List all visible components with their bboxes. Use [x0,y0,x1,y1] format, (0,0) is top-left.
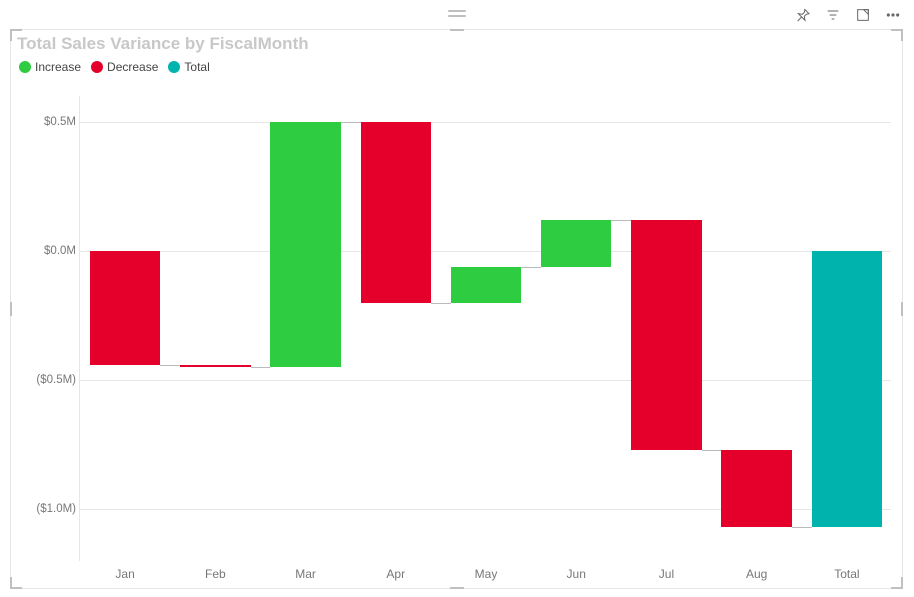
waterfall-connector [431,303,451,304]
legend-swatch-total [168,61,180,73]
legend-item-decrease[interactable]: Decrease [91,60,158,74]
x-axis-tick: Total [834,567,859,581]
waterfall-bar[interactable] [361,122,431,303]
waterfall-bar[interactable] [812,251,882,527]
legend-item-total[interactable]: Total [168,60,209,74]
waterfall-connector [160,365,180,366]
focus-mode-icon[interactable] [854,6,872,24]
resize-handle-bl[interactable] [10,577,22,589]
x-axis-tick: Jan [115,567,134,581]
gridline [80,251,891,252]
x-axis-tick: Jun [567,567,586,581]
gridline [80,122,891,123]
plot-area: $0.5M$0.0M($0.5M)($1.0M)JanFebMarAprMayJ… [79,96,891,561]
waterfall-bar[interactable] [90,251,160,365]
resize-handle-tr[interactable] [891,29,903,41]
more-options-icon[interactable] [884,6,902,24]
waterfall-connector [341,122,361,123]
visual-toolbar [794,6,902,24]
filter-icon[interactable] [824,6,842,24]
legend-label: Decrease [107,60,158,74]
y-axis-tick: $0.0M [16,245,76,257]
waterfall-bar[interactable] [451,267,521,303]
y-axis-tick: ($0.5M) [16,374,76,386]
x-axis-tick: Apr [386,567,405,581]
waterfall-bar[interactable] [270,122,340,367]
resize-handle-top[interactable] [450,29,464,31]
gridline [80,380,891,381]
waterfall-bar[interactable] [631,220,701,450]
waterfall-connector [792,527,812,528]
resize-handle-left[interactable] [10,302,12,316]
legend-item-increase[interactable]: Increase [19,60,81,74]
resize-handle-right[interactable] [901,302,903,316]
resize-handle-br[interactable] [891,577,903,589]
y-axis-tick: ($1.0M) [16,503,76,515]
legend-label: Total [184,60,209,74]
legend-label: Increase [35,60,81,74]
y-axis-tick: $0.5M [16,116,76,128]
waterfall-bar[interactable] [180,365,250,368]
x-axis-tick: Aug [746,567,767,581]
waterfall-bar[interactable] [541,220,611,267]
chart-title: Total Sales Variance by FiscalMonth [17,34,309,54]
waterfall-connector [521,267,541,268]
waterfall-connector [251,367,271,368]
x-axis-tick: Jul [659,567,674,581]
x-axis-tick: May [475,567,498,581]
pin-icon[interactable] [794,6,812,24]
visual-container[interactable]: Total Sales Variance by FiscalMonth Incr… [10,29,903,589]
x-axis-tick: Feb [205,567,226,581]
waterfall-connector [611,220,631,221]
legend-swatch-decrease [91,61,103,73]
waterfall-connector [702,450,722,451]
legend-swatch-increase [19,61,31,73]
x-axis-tick: Mar [295,567,316,581]
drag-handle-icon[interactable] [448,10,466,17]
resize-handle-bottom[interactable] [450,587,464,589]
legend: Increase Decrease Total [19,60,214,74]
waterfall-bar[interactable] [721,450,791,528]
